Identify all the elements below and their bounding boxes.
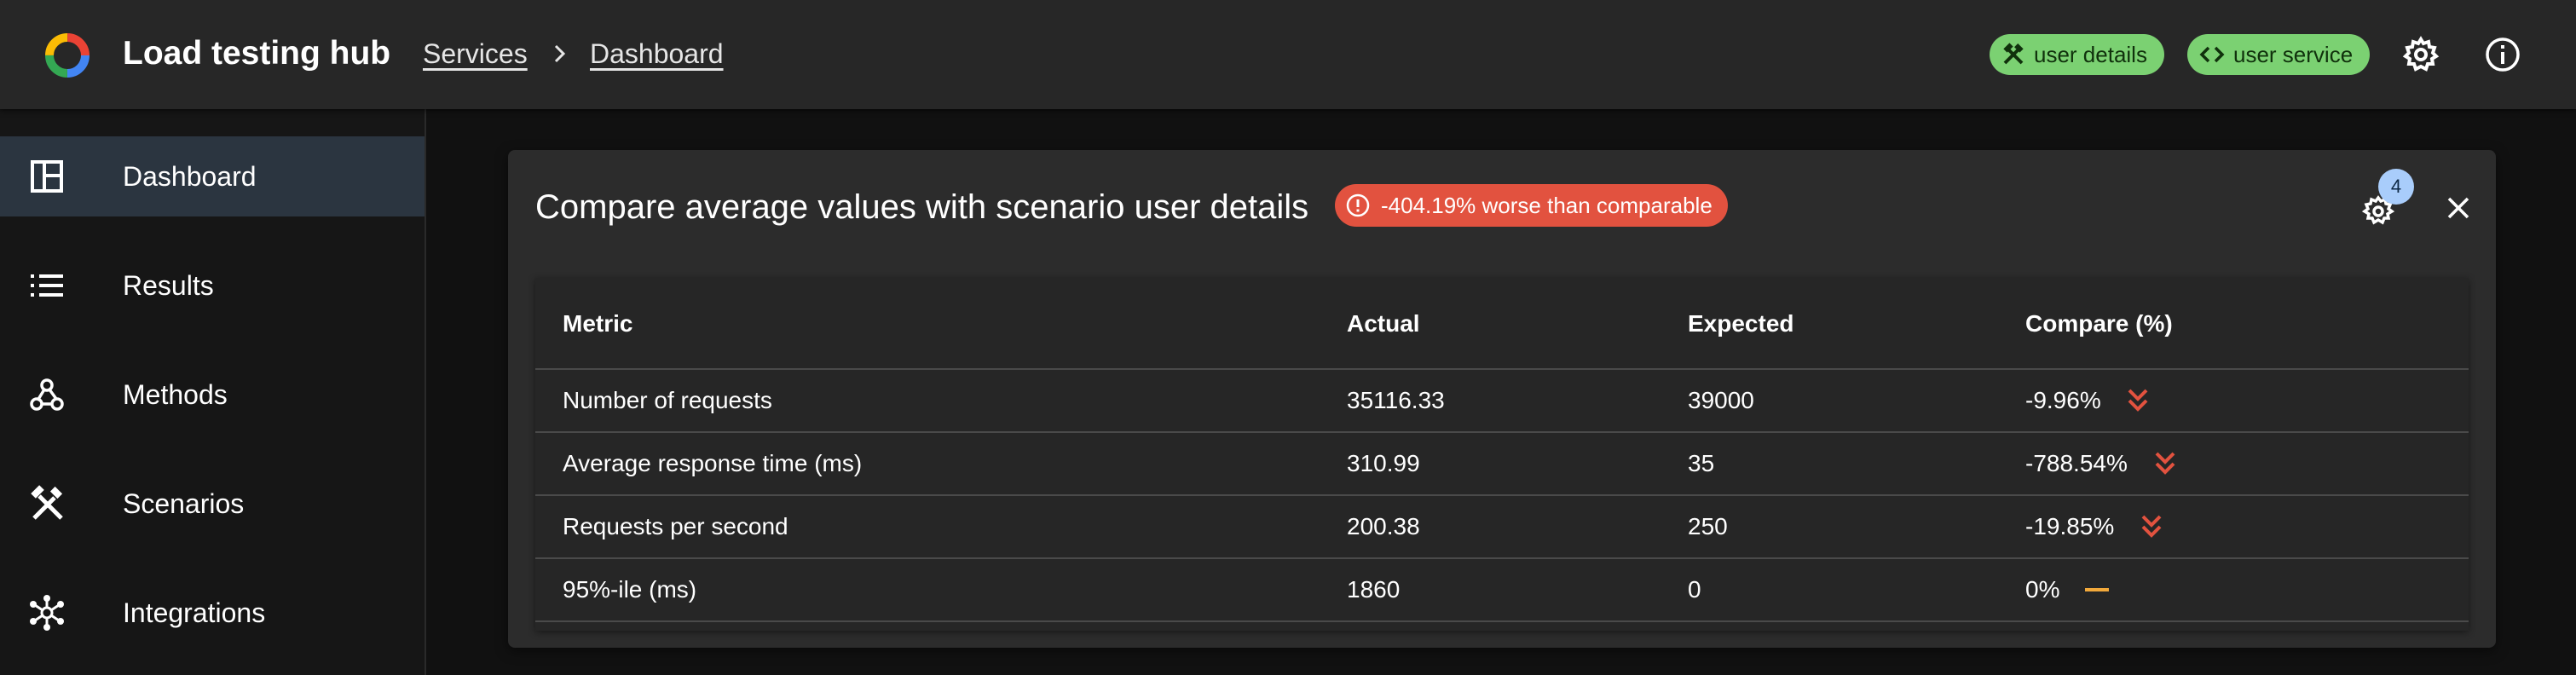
status-badge-label: -404.19% worse than comparable (1381, 192, 1713, 218)
table-header: Metric Actual Expected Compare (%) (535, 278, 2469, 370)
compare-table: Metric Actual Expected Compare (%) Numbe… (535, 278, 2469, 631)
cell-actual: 35116.33 (1347, 387, 1445, 413)
table-row[interactable]: 95%-ile (ms) 1860 0 0% (535, 559, 2469, 622)
sidebar: Dashboard Results Methods Scenarios Inte… (0, 109, 426, 675)
trend-down-icon (2141, 515, 2162, 538)
chip-service[interactable]: user service (2187, 34, 2371, 75)
cell-compare: -19.85% (2025, 513, 2115, 539)
chip-scenario[interactable]: user details (1990, 34, 2164, 75)
trend-down-icon (2128, 389, 2148, 412)
cell-expected: 250 (1688, 513, 1728, 539)
dashboard-icon (31, 160, 63, 193)
cell-actual: 200.38 (1347, 513, 1420, 539)
scenario-tools-icon (2003, 43, 2024, 65)
app-title: Load testing hub (123, 35, 391, 72)
top-app-bar: Load testing hub Services Dashboard user… (0, 0, 2576, 109)
card-title: Compare average values with scenario use… (535, 188, 1309, 226)
cell-compare: -9.96% (2025, 387, 2101, 413)
column-header-actual[interactable]: Actual (1347, 307, 1420, 341)
webhook-icon (30, 378, 64, 411)
table-row[interactable]: Requests per second 200.38 250 -19.85% (535, 496, 2469, 559)
sidebar-item-label: Dashboard (123, 160, 257, 192)
compare-card: Compare average values with scenario use… (508, 150, 2496, 648)
error-icon (1346, 193, 1370, 217)
sidebar-item-methods[interactable]: Methods (0, 355, 425, 435)
cell-metric: Average response time (ms) (563, 450, 863, 476)
close-button[interactable] (2438, 188, 2479, 228)
hub-icon (30, 595, 64, 631)
settings-button[interactable] (2400, 34, 2441, 75)
cell-compare: 0% (2025, 576, 2060, 603)
code-brackets-icon (2199, 46, 2225, 63)
chip-scenario-label: user details (2034, 41, 2147, 67)
sidebar-item-results[interactable]: Results (0, 245, 425, 326)
column-header-metric[interactable]: Metric (563, 307, 632, 341)
sidebar-item-dashboard[interactable]: Dashboard (0, 136, 425, 216)
table-row[interactable]: Number of requests 35116.33 39000 -9.96% (535, 370, 2469, 433)
cell-expected: 35 (1688, 450, 1715, 476)
cell-expected: 0 (1688, 576, 1701, 603)
trend-down-icon (2155, 452, 2175, 475)
column-header-compare[interactable]: Compare (%) (2025, 307, 2173, 341)
sidebar-item-integrations[interactable]: Integrations (0, 573, 425, 653)
cell-metric: Requests per second (563, 513, 788, 539)
breadcrumb-dashboard[interactable]: Dashboard (590, 36, 724, 72)
gear-icon (2402, 36, 2440, 72)
info-icon (2486, 38, 2520, 72)
trend-neutral-icon (2085, 588, 2109, 591)
cell-metric: 95%-ile (ms) (563, 576, 697, 603)
cell-compare: -788.54% (2025, 450, 2128, 476)
close-icon (2447, 197, 2469, 219)
cell-metric: Number of requests (563, 387, 772, 413)
sidebar-item-label: Scenarios (123, 488, 245, 519)
cell-expected: 39000 (1688, 387, 1754, 413)
sidebar-item-scenarios[interactable]: Scenarios (0, 464, 425, 544)
tools-icon (31, 485, 63, 520)
breadcrumb-services[interactable]: Services (423, 36, 528, 72)
status-badge: -404.19% worse than comparable (1335, 184, 1728, 227)
cell-actual: 1860 (1347, 576, 1401, 603)
settings-count-badge: 4 (2378, 169, 2414, 205)
sidebar-item-label: Results (123, 269, 214, 301)
sidebar-item-label: Integrations (123, 597, 266, 628)
app-logo-icon[interactable] (43, 31, 92, 80)
column-header-expected[interactable]: Expected (1688, 307, 1794, 341)
sidebar-item-label: Methods (123, 378, 228, 410)
info-button[interactable] (2482, 34, 2523, 75)
chevron-right-icon (554, 44, 566, 63)
list-icon (31, 274, 63, 297)
chip-service-label: user service (2233, 41, 2354, 67)
cell-actual: 310.99 (1347, 450, 1420, 476)
table-row[interactable]: Average response time (ms) 310.99 35 -78… (535, 433, 2469, 496)
